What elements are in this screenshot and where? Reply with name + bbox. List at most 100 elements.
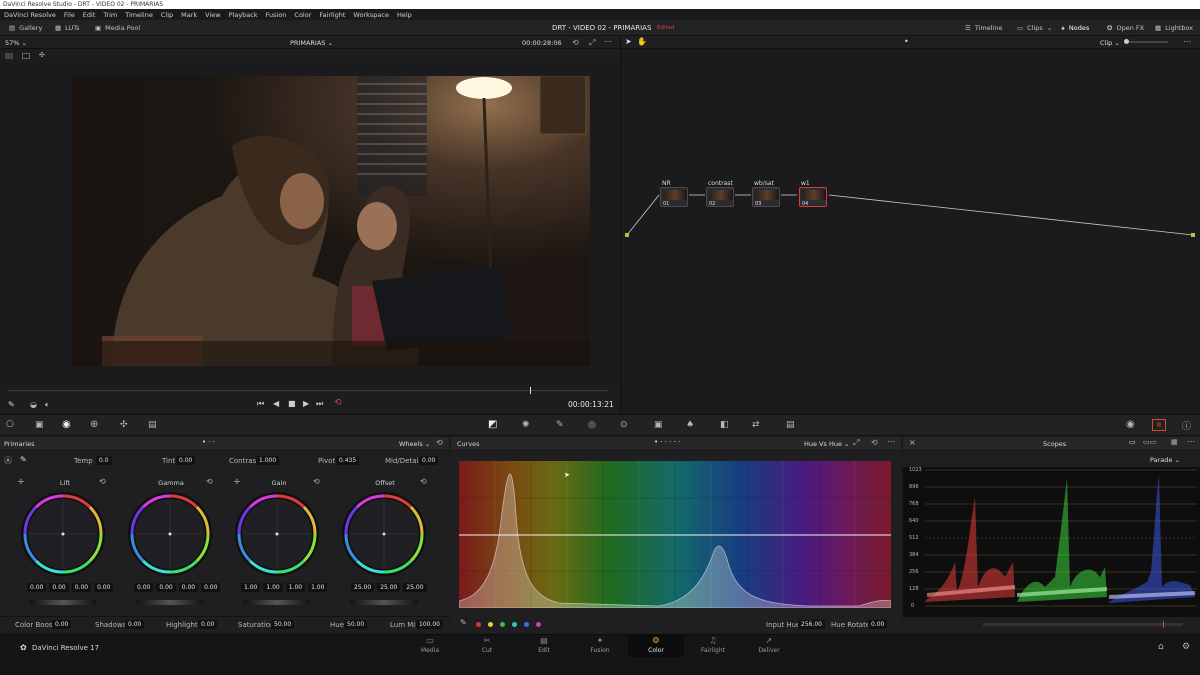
menu-item-view[interactable]: View (205, 11, 220, 19)
info-icon[interactable]: ⓘ (1182, 419, 1191, 432)
more-options-icon[interactable]: ⋯ (1183, 37, 1191, 46)
page-edit[interactable]: ▤ Edit (516, 635, 572, 657)
tracker-icon[interactable]: ⊙ (620, 420, 628, 430)
quad-scope-icon[interactable]: ▦ (1171, 438, 1178, 446)
lum-mix-field[interactable]: 100.00 (416, 620, 443, 629)
green-swatch[interactable] (500, 622, 505, 627)
color-wheels-icon[interactable]: ◉ (62, 419, 71, 430)
menu-item-fairlight[interactable]: Fairlight (319, 11, 345, 19)
hand-tool-icon[interactable]: ✋ (637, 37, 647, 46)
menu-item-fusion[interactable]: Fusion (266, 11, 287, 19)
menu-item-trim[interactable]: Trim (103, 11, 117, 19)
menu-item-mark[interactable]: Mark (181, 11, 197, 19)
loop-playback-icon[interactable]: ⟲ (334, 398, 342, 408)
middetail-field[interactable]: 0.00 (419, 456, 439, 465)
source-input[interactable] (625, 233, 629, 237)
motion-effects-icon[interactable]: ▤ (148, 420, 157, 430)
zoom-dropdown[interactable]: 57% ⌄ (5, 39, 27, 47)
lift-picker-icon[interactable]: ✢ (18, 478, 24, 486)
home-icon[interactable]: ⌂ (1158, 642, 1164, 652)
nodes-button[interactable]: ⚹ Nodes (1056, 20, 1094, 36)
expand-icon[interactable]: ⤢ (853, 438, 859, 448)
offset-r-value[interactable]: 25.00 (351, 583, 375, 592)
offset-wheel[interactable] (341, 491, 427, 577)
menu-item-timeline[interactable]: Timeline (125, 11, 153, 19)
contrast-field[interactable]: 1.000 (256, 456, 280, 465)
gain-master-wheel[interactable] (243, 600, 311, 605)
menu-item-color[interactable]: Color (294, 11, 311, 19)
gain-wheel[interactable] (234, 491, 320, 577)
more-options-icon[interactable]: ⋯ (1187, 437, 1195, 446)
reset-icon[interactable]: ⟲ (871, 438, 878, 447)
blur-icon[interactable]: ♠ (686, 420, 694, 430)
gain-b-value[interactable]: 1.00 (308, 583, 328, 592)
node-zoom-handle[interactable] (1124, 39, 1129, 44)
highlight-icon[interactable]: ✣ (39, 51, 45, 59)
hue-rotate-field[interactable]: 0.00 (868, 620, 888, 629)
yellow-swatch[interactable] (488, 622, 493, 627)
saturation-field[interactable]: 50.00 (271, 620, 295, 629)
menu-item-davinci[interactable]: DaVinci Resolve (4, 11, 56, 19)
color-match-icon[interactable]: ▣ (35, 420, 44, 430)
gamma-b-value[interactable]: 0.00 (201, 583, 221, 592)
loop-icon[interactable]: ⟲ (572, 38, 579, 47)
color-warper-icon[interactable]: ✺ (522, 420, 530, 430)
blue-swatch[interactable] (524, 622, 529, 627)
qualifier-icon[interactable]: ✎ (556, 420, 564, 430)
page-deliver[interactable]: ➚ Deliver (741, 635, 797, 657)
video-frame[interactable] (72, 76, 590, 366)
lift-b-value[interactable]: 0.00 (94, 583, 114, 592)
menu-item-edit[interactable]: Edit (83, 11, 96, 19)
gain-y-value[interactable]: 1.00 (241, 583, 261, 592)
node-contrast[interactable]: 02 (706, 187, 734, 207)
key-icon[interactable]: ◧ (720, 420, 729, 430)
scope-type-dropdown[interactable]: Parade ⌄ (1150, 456, 1180, 464)
pivot-field[interactable]: 0.435 (336, 456, 360, 465)
gamma-y-value[interactable]: 0.00 (134, 583, 154, 592)
color-boost-field[interactable]: 0.00 (52, 620, 72, 629)
gamma-reset-icon[interactable]: ⟲ (206, 477, 213, 486)
gamma-wheel[interactable] (127, 491, 213, 577)
more-options-icon[interactable]: ⋯ (604, 37, 612, 46)
sizing-icon[interactable]: ⇄ (752, 420, 760, 430)
curve-picker-icon[interactable]: ✎ (460, 618, 467, 627)
offset-reset-icon[interactable]: ⟲ (420, 477, 427, 486)
curves-icon[interactable]: ◩ (488, 419, 497, 430)
gain-r-value[interactable]: 1.00 (263, 583, 283, 592)
menu-item-workspace[interactable]: Workspace (353, 11, 389, 19)
lift-g-value[interactable]: 0.00 (71, 583, 92, 592)
lift-wheel[interactable] (20, 491, 106, 577)
media-pool-button[interactable]: ▣ Media Pool (90, 20, 145, 36)
node-w1-selected[interactable]: 04 (799, 187, 827, 207)
more-options-icon[interactable]: ⋯ (887, 437, 895, 446)
offset-master-wheel[interactable] (350, 600, 418, 605)
picker-icon[interactable]: ✎ (20, 455, 27, 464)
pointer-tool-icon[interactable]: ➤ (625, 37, 632, 46)
3d-icon[interactable]: ▤ (786, 420, 795, 430)
cyan-swatch[interactable] (512, 622, 517, 627)
node-wb-sat[interactable]: 03 (752, 187, 780, 207)
hue-field[interactable]: 50.00 (344, 620, 368, 629)
gain-g-value[interactable]: 1.00 (285, 583, 306, 592)
eyedropper-icon[interactable]: ✎ (8, 400, 15, 409)
lift-reset-icon[interactable]: ⟲ (99, 477, 106, 486)
auto-balance-icon[interactable]: Ⓐ (4, 455, 12, 466)
play-reverse-icon[interactable]: ◀ (273, 399, 279, 408)
scopes-toggle-icon[interactable]: ▥ (1152, 419, 1166, 431)
window-icon[interactable]: ◎ (588, 420, 596, 430)
wheels-mode-dropdown[interactable]: Wheels ⌄ (399, 440, 430, 448)
highlight-mode-icon[interactable]: ◒ (30, 400, 37, 409)
page-cut[interactable]: ✂ Cut (459, 635, 515, 657)
output-node[interactable] (1191, 233, 1195, 237)
camera-raw-icon[interactable]: ⎔ (6, 420, 14, 430)
gain-reset-icon[interactable]: ⟲ (313, 477, 320, 486)
clips-button[interactable]: ▭ Clips ⌄ (1012, 20, 1057, 36)
skip-end-icon[interactable]: ⏭︎ (316, 399, 323, 409)
scope-scrollbar[interactable] (983, 621, 1183, 628)
lightbox-button[interactable]: ▦ Lightbox (1150, 20, 1198, 36)
magic-mask-icon[interactable]: ▣ (654, 420, 663, 430)
open-fx-button[interactable]: ✪ Open FX (1102, 20, 1149, 36)
curve-mode-dropdown[interactable]: Hue Vs Hue ⌄ (804, 440, 850, 448)
menu-item-file[interactable]: File (64, 11, 75, 19)
skip-start-icon[interactable]: ⏮︎ (257, 399, 264, 409)
